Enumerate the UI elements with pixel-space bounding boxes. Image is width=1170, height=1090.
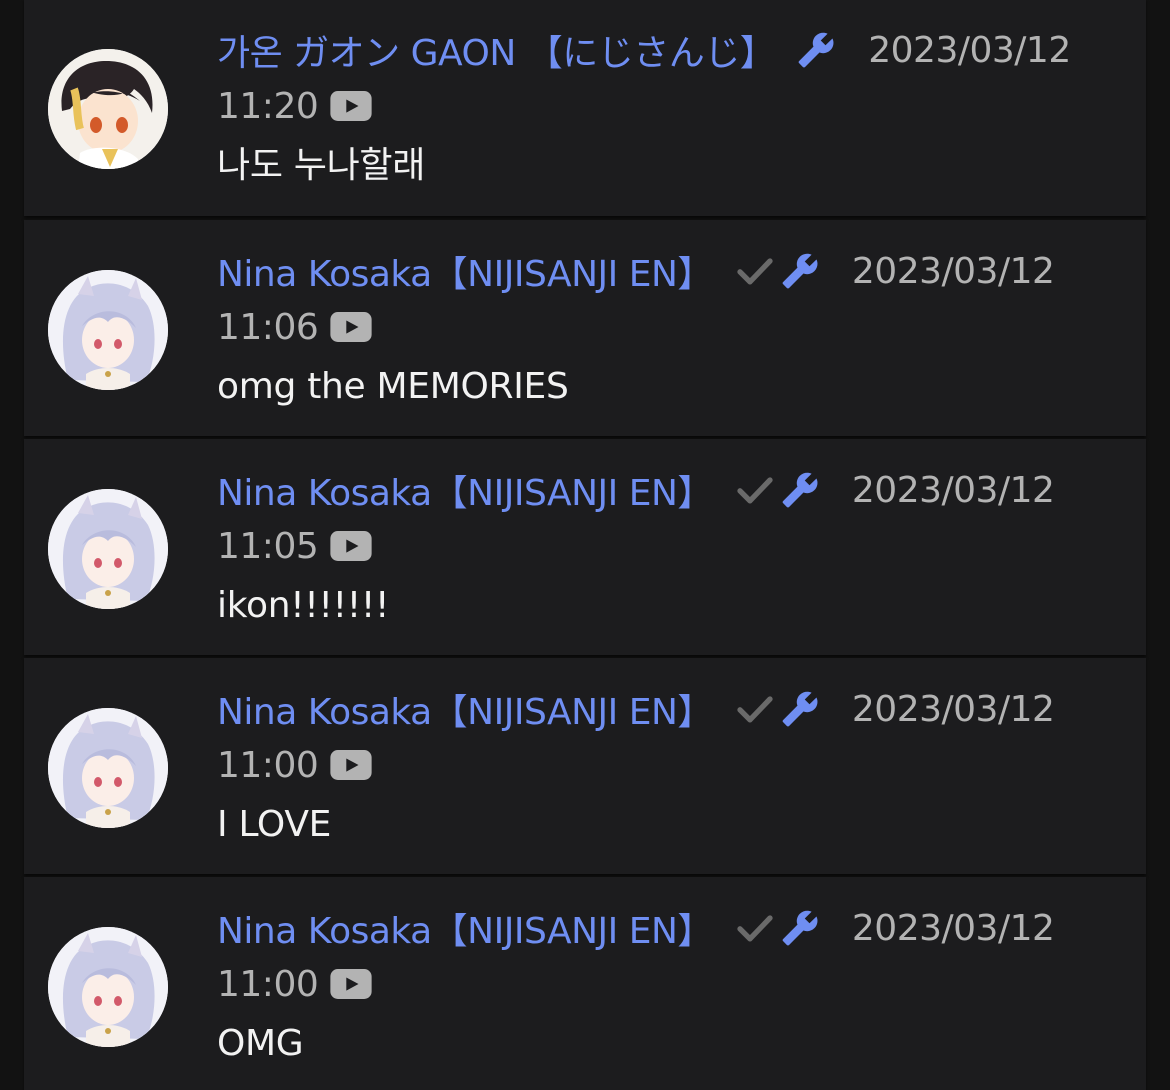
author-name[interactable]: Nina Kosaka【NIJISANJI EN】	[217, 683, 713, 735]
author-name[interactable]: 가온 ガオン GAON 【にじさんじ】	[217, 24, 776, 76]
comment-body: Nina Kosaka【NIJISANJI EN】 2023/03/12 11:…	[217, 903, 1097, 1072]
comment-text: omg the MEMORIES	[217, 366, 569, 407]
comment-card: Nina Kosaka【NIJISANJI EN】 2023/03/12 11:…	[24, 658, 1146, 874]
comment-text: ikon!!!!!!!	[217, 585, 390, 626]
author-name[interactable]: Nina Kosaka【NIJISANJI EN】	[217, 464, 713, 516]
youtube-icon[interactable]	[330, 531, 372, 561]
comment-header: Nina Kosaka【NIJISANJI EN】 2023/03/12	[217, 903, 1097, 953]
comment-card: Nina Kosaka【NIJISANJI EN】 2023/03/12 11:…	[24, 220, 1146, 436]
comment-body: Nina Kosaka【NIJISANJI EN】 2023/03/12 11:…	[217, 246, 1097, 415]
comment-date: 2023/03/12	[851, 688, 1055, 730]
comment-body: Nina Kosaka【NIJISANJI EN】 2023/03/12 11:…	[217, 465, 1097, 634]
avatar-image	[48, 927, 168, 1047]
check-icon	[735, 908, 775, 948]
youtube-icon[interactable]	[330, 969, 372, 999]
comment-text: I LOVE	[217, 804, 332, 845]
author-name[interactable]: Nina Kosaka【NIJISANJI EN】	[217, 902, 713, 954]
comment-time: 11:20	[217, 85, 319, 127]
avatar[interactable]	[48, 489, 168, 609]
comment-date: 2023/03/12	[851, 469, 1055, 511]
comment-feed: 가온 ガオン GAON 【にじさんじ】 2023/03/12 11:20 나도 …	[0, 0, 1170, 1090]
comment-time: 11:00	[217, 744, 319, 786]
wrench-icon	[781, 690, 819, 728]
comment-card: Nina Kosaka【NIJISANJI EN】 2023/03/12 11:…	[24, 877, 1146, 1090]
comment-header: Nina Kosaka【NIJISANJI EN】 2023/03/12	[217, 246, 1097, 296]
comment-date: 2023/03/12	[851, 907, 1055, 949]
wrench-icon	[781, 909, 819, 947]
comment-meta: 11:00	[217, 954, 1097, 1014]
comment-header: Nina Kosaka【NIJISANJI EN】 2023/03/12	[217, 684, 1097, 734]
youtube-icon[interactable]	[330, 750, 372, 780]
comment-card: 가온 ガオン GAON 【にじさんじ】 2023/03/12 11:20 나도 …	[24, 0, 1146, 216]
comment-header: Nina Kosaka【NIJISANJI EN】 2023/03/12	[217, 465, 1097, 515]
comment-text: 나도 누나할래	[217, 145, 426, 186]
avatar-image	[48, 489, 168, 609]
youtube-icon[interactable]	[330, 91, 372, 121]
comment-body: 가온 ガオン GAON 【にじさんじ】 2023/03/12 11:20 나도 …	[217, 25, 1097, 194]
avatar[interactable]	[48, 708, 168, 828]
comment-header: 가온 ガオン GAON 【にじさんじ】 2023/03/12	[217, 25, 1097, 75]
comment-meta: 11:06	[217, 297, 1097, 357]
author-name[interactable]: Nina Kosaka【NIJISANJI EN】	[217, 245, 713, 297]
comment-time: 11:00	[217, 963, 319, 1005]
avatar[interactable]	[48, 49, 168, 169]
avatar-image	[48, 708, 168, 828]
avatar-image	[48, 49, 168, 169]
comment-time: 11:05	[217, 525, 319, 567]
comment-meta: 11:20	[217, 76, 1097, 136]
avatar[interactable]	[48, 270, 168, 390]
comment-date: 2023/03/12	[868, 29, 1071, 71]
comment-time: 11:06	[217, 306, 319, 348]
check-icon	[735, 689, 775, 729]
comment-meta: 11:00	[217, 735, 1097, 795]
comment-text: OMG	[217, 1023, 304, 1064]
wrench-icon	[797, 31, 835, 69]
comment-date: 2023/03/12	[851, 250, 1055, 292]
youtube-icon[interactable]	[330, 312, 372, 342]
comment-meta: 11:05	[217, 516, 1097, 576]
comment-body: Nina Kosaka【NIJISANJI EN】 2023/03/12 11:…	[217, 684, 1097, 853]
check-icon	[735, 470, 775, 510]
check-icon	[735, 251, 775, 291]
comment-card: Nina Kosaka【NIJISANJI EN】 2023/03/12 11:…	[24, 439, 1146, 655]
avatar-image	[48, 270, 168, 390]
avatar[interactable]	[48, 927, 168, 1047]
wrench-icon	[781, 471, 819, 509]
wrench-icon	[781, 252, 819, 290]
